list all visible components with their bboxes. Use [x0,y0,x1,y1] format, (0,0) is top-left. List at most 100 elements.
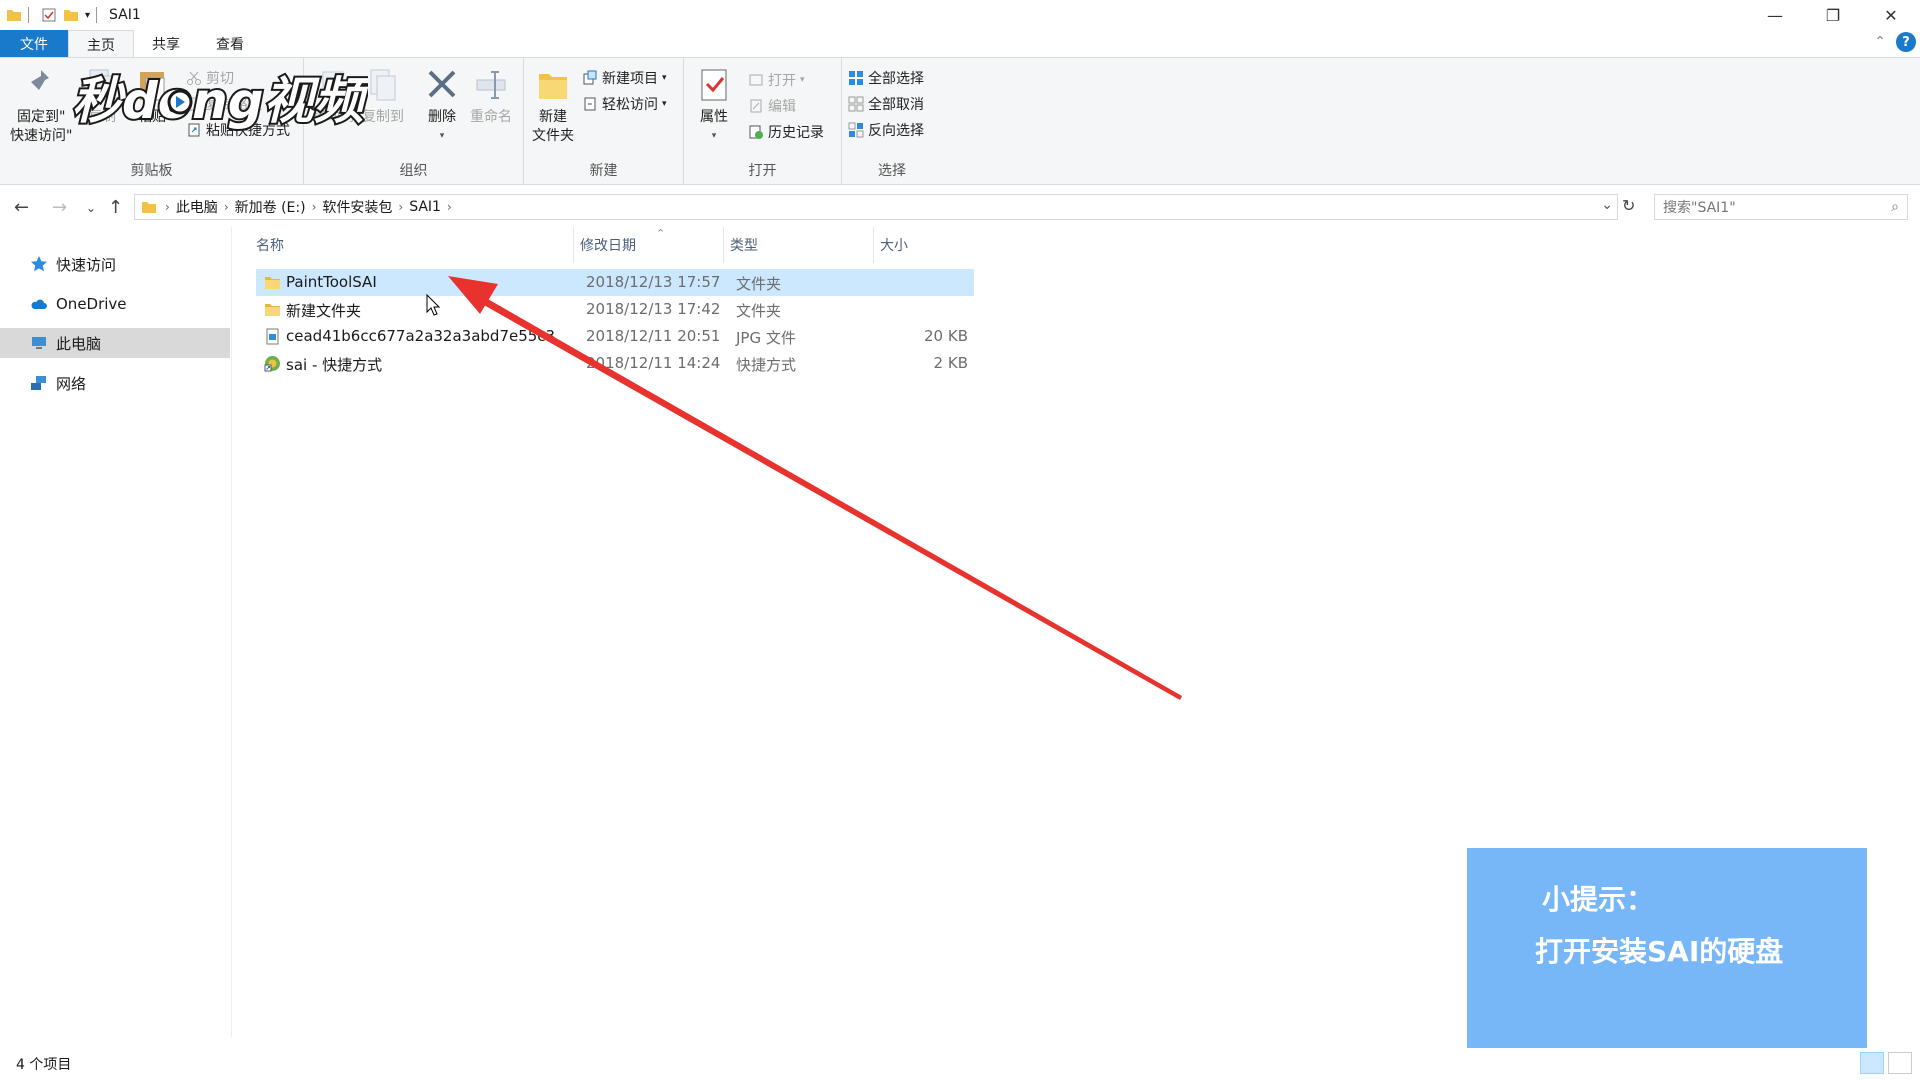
pin-icon [29,70,50,94]
nav-item-quick-access[interactable]: 快速访问 [0,249,230,279]
breadcrumb-separator-icon[interactable]: › [224,200,229,214]
file-row[interactable]: 新建文件夹 2018/12/13 17:42 文件夹 [256,296,974,323]
address-bar[interactable]: › 此电脑 › 新加卷 (E:) › 软件安装包 › SAI1 › ⌄ [134,194,1618,220]
tab-file[interactable]: 文件 [0,30,68,58]
copy-to-button[interactable]: 复制到 [362,66,404,127]
refresh-icon[interactable]: ↻ [1622,196,1635,215]
file-row[interactable]: PaintToolSAI 2018/12/13 17:57 文件夹 [256,269,974,296]
column-header-date[interactable]: 修改日期 [574,227,724,263]
nav-item-onedrive[interactable]: OneDrive [0,289,230,319]
new-item-icon [583,70,597,85]
close-button[interactable]: ✕ [1862,0,1920,30]
copy-to-icon [370,69,396,101]
edit-button[interactable]: 编辑 [748,94,796,118]
breadcrumb-software[interactable]: 软件安装包 [322,197,392,217]
select-all-button[interactable]: 全部选择 [848,66,924,90]
easy-access-icon [584,97,596,111]
clipboard-group-label: 剪贴板 [130,163,173,179]
search-input[interactable]: 搜索"SAI1" ⌕ [1654,194,1908,220]
nav-item-label: OneDrive [56,295,127,313]
select-all-label: 全部选择 [868,71,924,87]
forward-arrow-icon[interactable]: → [52,197,67,218]
open-button[interactable]: 打开 ▾ [748,68,805,92]
search-icon[interactable]: ⌕ [1891,199,1899,215]
status-bar: 4 个项目 [0,1048,1920,1080]
tab-share[interactable]: 共享 [134,30,198,58]
file-name: sai - 快捷方式 [286,356,383,374]
history-button[interactable]: 历史记录 [748,120,824,144]
rename-label: 重命名 [470,109,512,125]
recent-locations-chevron-icon[interactable]: ⌄ [86,201,96,215]
breadcrumb-separator-icon[interactable]: › [165,200,170,214]
new-folder-line1: 新建 [539,109,567,125]
divider [28,7,29,23]
easy-access-label: 轻松访问 [602,97,658,113]
up-arrow-icon[interactable]: ↑ [108,197,123,218]
collapse-ribbon-icon[interactable]: ⌃ [1874,34,1886,50]
file-size: 2 KB [933,354,968,372]
title-bar: ▾ SAI1 — ❐ ✕ [0,0,1920,30]
column-header-type[interactable]: 类型 [724,227,874,263]
restore-button[interactable]: ❐ [1804,0,1862,30]
tip-body: 打开安装SAI的硬盘 [1535,935,1784,968]
edit-label: 编辑 [768,99,796,115]
breadcrumb-sai1[interactable]: SAI1 [409,199,441,215]
properties-quick-icon[interactable] [41,7,57,23]
open-icon [749,74,763,86]
rename-button[interactable]: 重命名 [470,66,512,127]
quick-access-dropdown-icon[interactable]: ▾ [85,10,90,21]
image-file-icon [266,328,279,345]
pin-quick-access-button[interactable]: 固定到" 快速访问" [10,66,72,146]
delete-x-icon [428,70,456,98]
invert-selection-button[interactable]: 反向选择 [848,118,924,142]
select-none-button[interactable]: 全部取消 [848,92,924,116]
delete-dropdown-icon[interactable]: ▾ [440,127,445,146]
star-icon [31,256,47,272]
folder-icon [7,10,21,21]
select-none-label: 全部取消 [868,97,924,113]
column-header-name[interactable]: 名称 [250,227,574,263]
breadcrumb-separator-icon[interactable]: › [447,200,452,214]
navigation-pane: 快速访问 OneDrive 此电脑 网络 [0,227,232,1037]
breadcrumb-drive-e[interactable]: 新加卷 (E:) [235,197,306,217]
cloud-icon [31,299,47,309]
file-row[interactable]: sai - 快捷方式 2018/12/11 14:24 快捷方式 2 KB [256,350,974,377]
tab-view[interactable]: 查看 [198,30,262,58]
easy-access-button[interactable]: 轻松访问 ▾ [582,92,667,116]
window-title: SAI1 [109,7,141,23]
help-icon[interactable]: ? [1896,32,1916,52]
breadcrumb-separator-icon[interactable]: › [398,200,403,214]
invert-selection-label: 反向选择 [868,123,924,139]
folder-icon [265,277,280,289]
back-arrow-icon[interactable]: ← [14,197,29,218]
breadcrumb-separator-icon[interactable]: › [312,200,317,214]
pin-label-line2: 快速访问" [10,128,73,144]
nav-item-network[interactable]: 网络 [0,368,230,398]
breadcrumb-this-pc[interactable]: 此电脑 [176,197,218,217]
computer-icon [32,337,46,349]
edit-icon [750,99,762,113]
folder-icon [265,304,280,316]
sai-shortcut-icon [264,356,280,372]
tab-home[interactable]: 主页 [68,30,134,58]
nav-item-this-pc[interactable]: 此电脑 [0,328,230,358]
new-folder-quick-icon[interactable] [63,7,79,23]
file-type: 文件夹 [736,302,782,320]
mouse-cursor-icon [426,294,440,316]
organize-group-label: 组织 [399,163,428,179]
new-item-button[interactable]: 新建项目 ▾ [582,66,667,90]
minimize-button[interactable]: — [1746,0,1804,30]
new-folder-button[interactable]: 新建 文件夹 [532,66,574,146]
address-dropdown-icon[interactable]: ⌄ [1601,197,1613,213]
delete-button[interactable]: 删除 ▾ [424,66,460,146]
large-icons-view-button[interactable] [1888,1052,1912,1074]
details-view-button[interactable] [1860,1052,1884,1074]
properties-button[interactable]: 属性 ▾ [696,66,732,146]
column-header-size[interactable]: 大小 [874,227,974,263]
properties-dropdown-icon[interactable]: ▾ [712,127,717,146]
file-row[interactable]: cead41b6cc677a2a32a3abd7e55c3d 2018/12/1… [256,323,974,350]
file-name: PaintToolSAI [286,273,377,291]
new-folder-line2: 文件夹 [532,128,574,144]
select-group-label: 选择 [878,163,906,179]
history-label: 历史记录 [768,125,824,141]
